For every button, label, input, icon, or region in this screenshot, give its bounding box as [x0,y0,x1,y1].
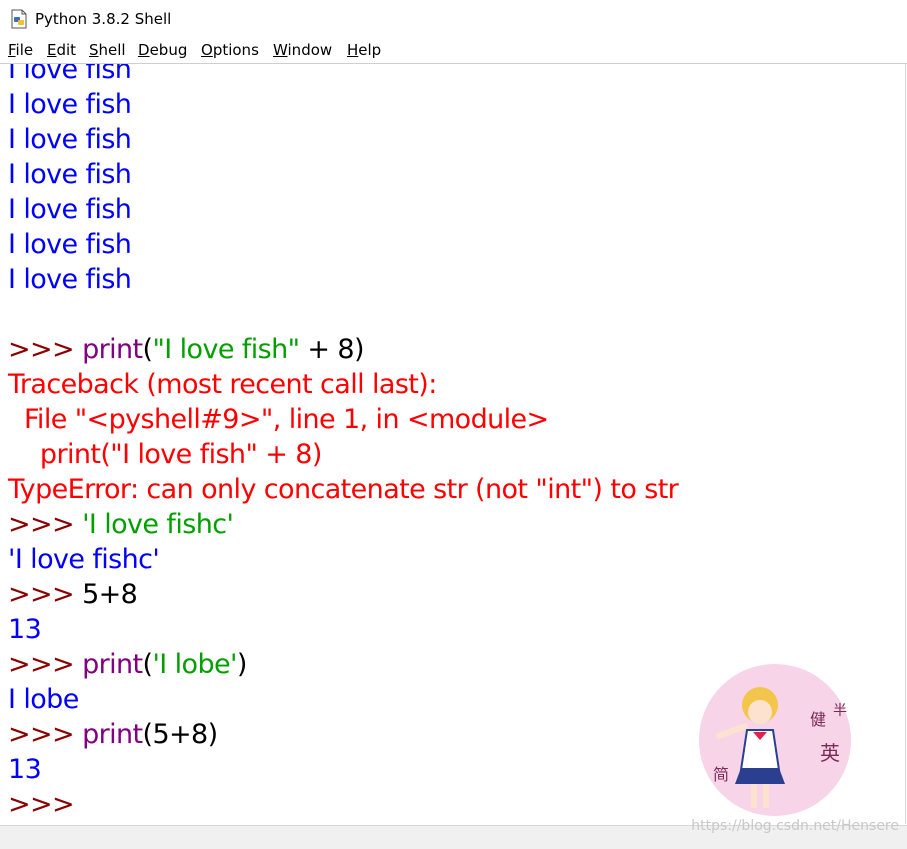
menu-file[interactable]: File [8,41,33,60]
output-line: I love fish [8,89,132,120]
idle-shell-window: Python 3.8.2 Shell File Edit Shell Debug… [0,0,907,849]
shell-prompt: >>> [8,649,83,680]
menu-options[interactable]: Options [201,41,259,60]
input-line: >>> 5+8 [8,577,898,612]
error-line: File "<pyshell#9>", line 1, in <module> [8,404,549,435]
output-line: I love fish [8,64,132,85]
menu-window[interactable]: Window [273,41,332,60]
menu-debug[interactable]: Debug [138,41,187,60]
output-line: I love fish [8,194,132,225]
anime-sticker-image: 健 半 英 简 [699,664,851,816]
sticker-char: 半 [833,703,847,719]
code-string: 'I lobe' [152,649,237,680]
output-line: I love fish [8,229,132,260]
shell-prompt: >>> [8,509,83,540]
code-keyword: print [82,719,143,750]
input-line: >>> 'I love fishc' [8,507,898,542]
output-line: I love fish [8,159,132,190]
menu-help[interactable]: Help [347,41,381,60]
error-line: TypeError: can only concatenate str (not… [8,474,679,505]
shell-prompt: >>> [8,334,83,365]
error-line: Traceback (most recent call last): [8,369,437,400]
output-line: 'I love fishc' [8,544,160,575]
code-keyword: print [82,334,143,365]
shell-prompt: >>> [8,579,83,610]
code-text: 5+8 [82,579,138,610]
watermark-text: https://blog.csdn.net/Hensere [691,818,899,834]
error-line: print("I love fish" + 8) [8,439,322,470]
menu-edit[interactable]: Edit [47,41,76,60]
code-keyword: print [82,649,143,680]
window-title: Python 3.8.2 Shell [35,10,172,28]
code-string: "I love fish" [152,334,300,365]
output-line: I love fish [8,264,132,295]
python-file-icon [11,9,27,29]
output-line: I love fish [8,124,132,155]
sticker-char: 英 [820,741,840,765]
sticker-char: 简 [713,765,729,784]
input-line: >>> print("I love fish" + 8) [8,332,898,367]
code-text: + 8) [299,334,364,365]
menu-shell[interactable]: Shell [89,41,126,60]
code-text: ) [236,649,248,680]
code-text: (5+8) [142,719,219,750]
shell-prompt: >>> [8,789,83,820]
shell-prompt: >>> [8,719,83,750]
title-bar[interactable]: Python 3.8.2 Shell [0,0,907,38]
code-text: ( [142,334,154,365]
sticker-char: 健 [810,710,826,729]
menu-bar: File Edit Shell Debug Options Window Hel… [0,38,907,64]
code-string: 'I love fishc' [82,509,234,540]
code-text: ( [142,649,154,680]
output-line: 13 [8,614,42,645]
